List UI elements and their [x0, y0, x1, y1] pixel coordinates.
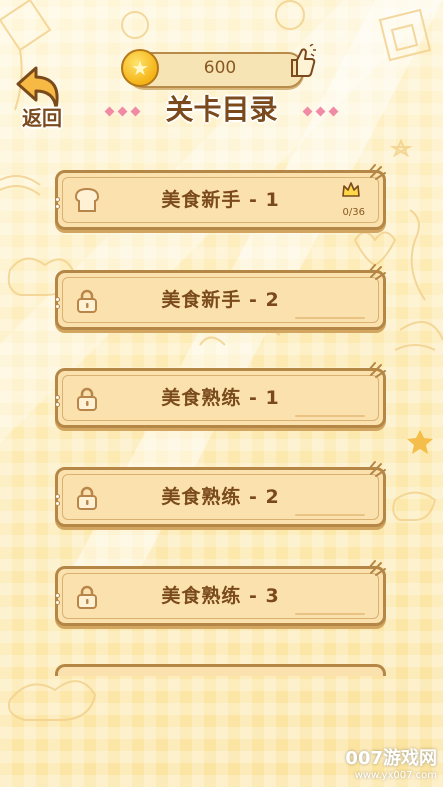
corner-sparkle	[368, 164, 386, 180]
decor-line	[295, 613, 365, 615]
decor-line	[295, 514, 365, 516]
decor-line	[295, 415, 365, 417]
level-item-5[interactable]: 美食熟练 - 3	[55, 560, 386, 626]
watermark-title: 007游戏网	[345, 748, 437, 769]
level-item-1[interactable]: 美食新手 - 1 0/36	[55, 164, 386, 230]
level-progress: 0/36	[342, 207, 365, 218]
watermark-url: www.yx007.com	[354, 770, 437, 781]
corner-sparkle	[368, 560, 386, 576]
page-title: 关卡目录	[165, 93, 278, 126]
thumbs-up-icon	[291, 44, 316, 77]
coin-value: 600	[203, 58, 237, 78]
decor-line	[295, 317, 365, 319]
crown-icon	[342, 182, 360, 197]
watermark: 007游戏网 www.yx007.com	[345, 744, 437, 781]
level-item-3[interactable]: 美食熟练 - 1	[55, 362, 386, 428]
level-item-partial[interactable]	[55, 664, 386, 676]
back-button-label[interactable]: 返回	[12, 102, 72, 131]
level-item-2[interactable]: 美食新手 - 2	[55, 264, 386, 330]
corner-sparkle	[368, 362, 386, 378]
level-label: 美食新手 - 1	[161, 189, 280, 211]
corner-sparkle	[368, 461, 386, 477]
corner-sparkle	[368, 264, 386, 280]
level-item-4[interactable]: 美食熟练 - 2	[55, 461, 386, 527]
coin-icon: ★	[121, 49, 159, 87]
